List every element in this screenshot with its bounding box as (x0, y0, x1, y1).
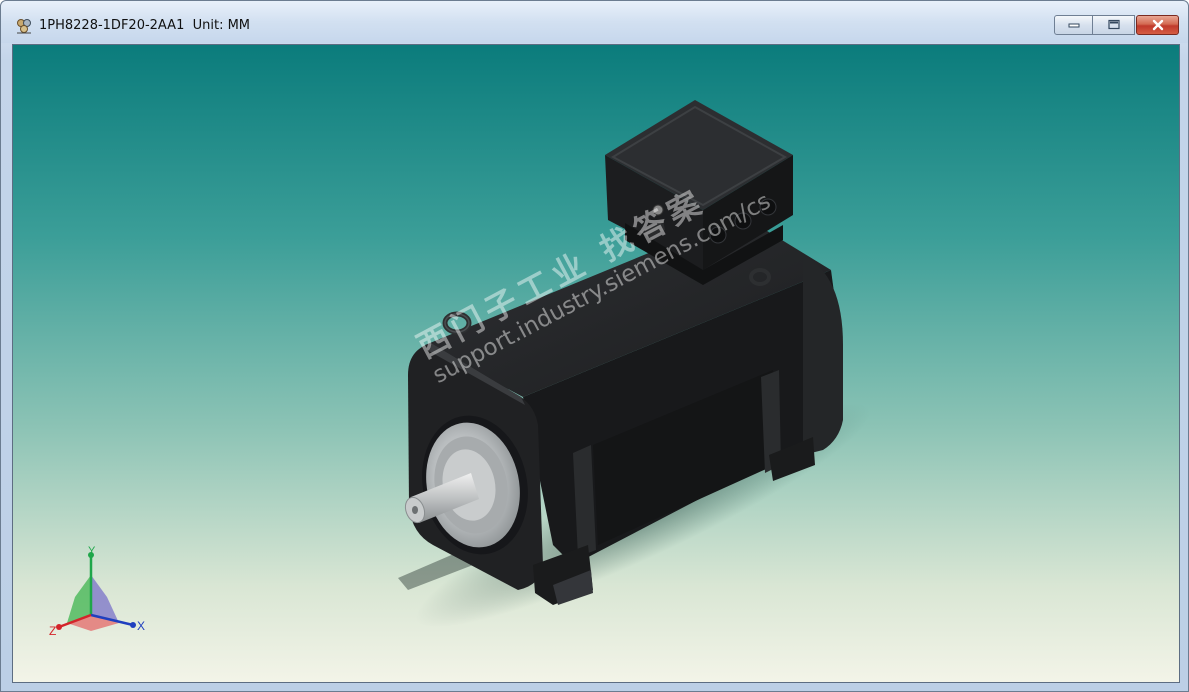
close-button[interactable] (1136, 15, 1179, 35)
motor-3d-model[interactable] (13, 45, 1179, 682)
3d-viewport[interactable]: 西门子工业 找答案 support.industry.siemens.com/c… (12, 44, 1180, 683)
title-bar[interactable]: 1PH8228-1DF20-2AA1 Unit: MM (1, 1, 1188, 43)
close-icon (1152, 19, 1163, 31)
minimize-button[interactable] (1054, 15, 1093, 35)
maximize-icon (1107, 19, 1120, 30)
axis-triad: Y X Z (49, 545, 145, 637)
model-viewer-window: 1PH8228-1DF20-2AA1 Unit: MM 西门子工业 找答案 su… (0, 0, 1189, 692)
model-viewer-icon[interactable] (15, 17, 33, 35)
window-title: 1PH8228-1DF20-2AA1 Unit: MM (39, 18, 251, 33)
triad-label-z: Z (49, 624, 56, 637)
minimize-icon (1068, 23, 1079, 28)
triad-label-x: X (137, 619, 145, 633)
maximize-button[interactable] (1093, 15, 1135, 35)
triad-label-y: Y (88, 545, 96, 557)
